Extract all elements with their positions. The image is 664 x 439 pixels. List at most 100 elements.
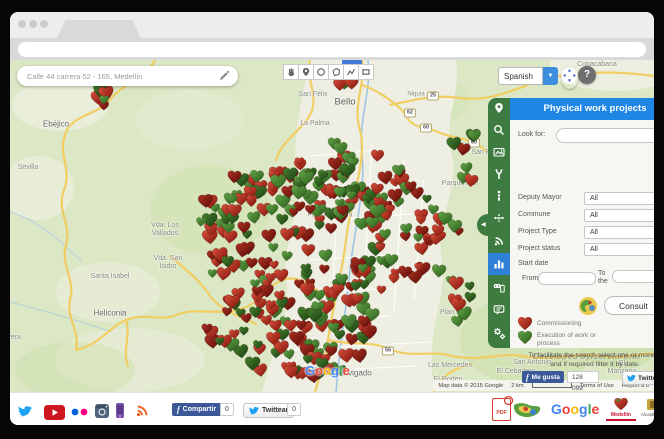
scale-bar: [532, 383, 572, 388]
facebook-like-count: 128 099: [567, 371, 599, 383]
google-maps-logo[interactable]: Google: [305, 363, 350, 378]
project-type-select[interactable]: All: [584, 226, 654, 239]
language-value[interactable]: Spanish: [498, 67, 543, 85]
youtube-icon[interactable]: [44, 405, 65, 420]
circle-tool-icon[interactable]: [314, 64, 329, 80]
project-marker-green[interactable]: [432, 264, 447, 277]
share-count: 0: [220, 403, 234, 416]
language-selector[interactable]: Spanish ▼: [498, 67, 558, 85]
deputy-mayor-select[interactable]: All: [584, 192, 654, 205]
sidebar-icon-feeds[interactable]: [488, 230, 510, 252]
project-status-label: Project status: [518, 245, 560, 252]
window-control-dot[interactable]: [18, 20, 26, 28]
project-marker-green[interactable]: [239, 327, 249, 336]
project-marker-green[interactable]: [465, 281, 476, 291]
project-marker-green[interactable]: [422, 195, 431, 203]
sidebar-icon-location-markers[interactable]: [488, 97, 510, 119]
project-marker-red[interactable]: [464, 174, 479, 188]
rss-icon[interactable]: [136, 404, 149, 417]
window-control-dot[interactable]: [40, 20, 48, 28]
project-marker-red[interactable]: [261, 229, 277, 244]
google-logo-letter: G: [551, 401, 562, 417]
look-for-input[interactable]: [556, 128, 654, 143]
project-marker-green[interactable]: [281, 251, 293, 262]
pdf-download-icon[interactable]: PDF: [492, 398, 511, 421]
project-marker-red[interactable]: [216, 267, 231, 281]
help-line-1: To facilitate the search select one or m…: [510, 351, 654, 360]
rectangle-tool-icon[interactable]: [359, 64, 374, 80]
map[interactable]: San FélixBelloNiquíaCopacabanaLa PalmaEb…: [10, 60, 654, 392]
projects-panel: Physical work projects Look for: Deputy …: [510, 98, 654, 348]
project-marker-green[interactable]: [319, 249, 334, 263]
project-marker-red[interactable]: [389, 274, 400, 284]
consult-button[interactable]: Consult: [604, 296, 654, 315]
commune-select[interactable]: All: [584, 209, 654, 222]
to-date-input[interactable]: [612, 270, 654, 283]
project-marker-red[interactable]: [301, 244, 315, 257]
sidebar-icon-settings[interactable]: [488, 322, 510, 344]
polygon-tool-icon[interactable]: [329, 64, 344, 80]
medellin-logo: Medellín: [606, 398, 636, 421]
sidebar-icon-route-fork[interactable]: [488, 163, 510, 185]
project-marker-red[interactable]: [269, 261, 279, 270]
project-marker-green[interactable]: [268, 243, 278, 252]
project-marker-green[interactable]: [413, 233, 423, 242]
project-marker-red[interactable]: [235, 243, 251, 258]
google-logo[interactable]: Google: [551, 401, 599, 417]
facebook-like-button[interactable]: f Me gusta: [522, 371, 564, 383]
sidebar-icon-photo-gallery[interactable]: [488, 141, 510, 163]
address-search-box[interactable]: Calle 44 carrera 52 - 165, Medellín: [17, 66, 238, 86]
project-marker-red[interactable]: [241, 313, 253, 324]
project-marker-red[interactable]: [416, 216, 426, 225]
share-label: Compartir: [183, 406, 216, 413]
flickr-icon[interactable]: [71, 408, 88, 416]
look-for-label: Look for:: [518, 131, 545, 138]
project-status-select[interactable]: All: [584, 243, 654, 256]
facebook-share-button[interactable]: f Compartir: [172, 403, 221, 416]
project-marker-green[interactable]: [333, 329, 345, 340]
window-control-dot[interactable]: [29, 20, 37, 28]
project-marker-red[interactable]: [371, 150, 384, 162]
browser-tab[interactable]: [57, 20, 141, 38]
project-marker-red[interactable]: [338, 348, 355, 363]
polyline-tool-icon[interactable]: [344, 64, 359, 80]
project-marker-red[interactable]: [449, 276, 464, 290]
help-button[interactable]: ?: [578, 66, 596, 84]
tweet-button[interactable]: Twittea: [622, 371, 654, 385]
project-marker-red[interactable]: [280, 228, 295, 241]
project-marker-green[interactable]: [276, 214, 289, 226]
edit-pencil-icon[interactable]: [218, 70, 230, 82]
project-marker-red[interactable]: [377, 286, 387, 295]
sidebar-icon-search[interactable]: [488, 119, 510, 141]
sidebar-icon-route-info[interactable]: [488, 185, 510, 207]
mobile-phone-icon[interactable]: [116, 403, 124, 418]
sidebar-icon-mobile-apps[interactable]: [488, 276, 510, 298]
project-marker-red[interactable]: [222, 307, 233, 317]
project-marker-green[interactable]: [314, 221, 324, 230]
legend-green-heart-icon: [518, 331, 532, 344]
pan-hand-icon[interactable]: [283, 64, 299, 80]
terms-link[interactable]: Terms of Use: [580, 383, 614, 389]
google-logo-letter: o: [315, 363, 323, 378]
project-marker-red[interactable]: [319, 264, 330, 274]
to-label: To the: [598, 270, 611, 287]
project-marker-red[interactable]: [325, 223, 337, 234]
language-dropdown-button[interactable]: ▼: [543, 67, 558, 85]
sidebar-icon-comments[interactable]: [488, 299, 510, 321]
from-date-input[interactable]: [538, 272, 596, 285]
legend-red-heart-icon: [518, 317, 532, 330]
instagram-icon[interactable]: [95, 404, 109, 418]
deputy-mayor-label: Deputy Mayor: [518, 194, 562, 201]
twitter-icon[interactable]: [18, 405, 32, 417]
sidebar-icon-road-sections[interactable]: [488, 207, 510, 229]
project-marker-green[interactable]: [468, 129, 482, 142]
sidebar-icon-statistics[interactable]: [488, 253, 510, 275]
project-marker-green[interactable]: [208, 270, 217, 278]
site-footer: f Compartir 0 Twittear 0 PDF Google Mede…: [10, 392, 654, 425]
twitter-bird-icon: [249, 406, 259, 415]
url-bar[interactable]: [18, 42, 646, 57]
address-search-input[interactable]: Calle 44 carrera 52 - 165, Medellín: [17, 72, 218, 81]
pan-control[interactable]: [561, 67, 578, 89]
panel-help-text: To facilitate the search select one or m…: [510, 351, 654, 369]
marker-tool-icon[interactable]: [299, 64, 314, 80]
